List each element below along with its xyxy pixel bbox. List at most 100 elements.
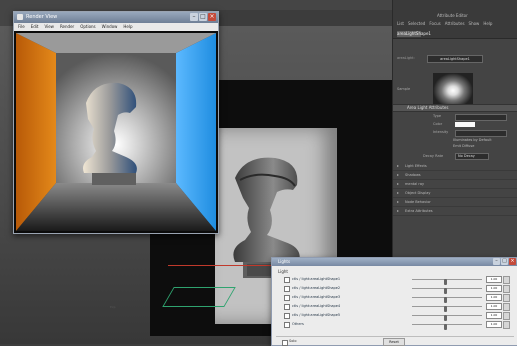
menu-view[interactable]: View <box>44 23 54 31</box>
section-mental-ray[interactable]: mental ray <box>393 180 517 189</box>
intensity-slider[interactable] <box>412 324 482 330</box>
attribute-editor-header: Attribute Editor List Selected Focus Att… <box>393 0 517 39</box>
close-icon[interactable]: × <box>208 13 216 21</box>
collapsed-sections: Light Effects Shadows mental ray Object … <box>393 162 517 216</box>
light-row: Others 1.00 <box>278 321 514 330</box>
row-options-button[interactable] <box>503 321 510 329</box>
intensity-field[interactable] <box>455 130 507 137</box>
intensity-value-field[interactable]: 1.00 <box>486 294 502 301</box>
light-name: ctls / light:areaLightShape2 <box>292 286 341 290</box>
light-row: ctls / light:areaLightShape5 1.00 <box>278 312 514 321</box>
light-name: ctls / light:areaLightShape1 <box>292 277 341 281</box>
type-dropdown[interactable] <box>455 114 507 121</box>
light-dialog-title: Lights <box>278 259 291 264</box>
color-swatch[interactable] <box>455 122 475 127</box>
light-enable-checkbox[interactable] <box>284 286 290 292</box>
illuminates-by-default-checkbox[interactable]: Illuminates by Default <box>453 138 492 142</box>
dialog-divider <box>276 336 514 337</box>
emit-diffuse-checkbox[interactable]: Emit Diffuse <box>453 144 492 148</box>
dialog-window-controls: – □ × <box>493 258 516 265</box>
light-enable-checkbox[interactable] <box>284 313 290 319</box>
ae-menu-list[interactable]: List <box>397 21 404 26</box>
intensity-value-field[interactable]: 1.00 <box>486 312 502 319</box>
intensity-slider[interactable] <box>412 288 482 294</box>
section-label-area-light: Area Light Attributes <box>407 105 449 110</box>
light-checkboxes: Illuminates by Default Emit Diffuse <box>453 138 492 150</box>
row-options-button[interactable] <box>503 303 510 311</box>
tab-area-light-shape[interactable]: areaLightShape1 <box>397 31 431 37</box>
intensity-value-field[interactable]: 1.00 <box>486 321 502 328</box>
ae-menu-selected[interactable]: Selected <box>408 21 425 26</box>
solo-checkbox[interactable] <box>282 340 288 346</box>
menu-options[interactable]: Options <box>80 23 95 31</box>
node-name-field[interactable]: areaLightShape1 <box>427 55 483 63</box>
intensity-slider[interactable] <box>412 306 482 312</box>
menu-help[interactable]: Help <box>123 23 132 31</box>
slider-thumb[interactable] <box>443 324 447 330</box>
attribute-editor-menubar: List Selected Focus Attributes Show Help <box>397 21 492 26</box>
reset-button[interactable]: Reset <box>383 338 405 346</box>
light-enable-checkbox[interactable] <box>284 304 290 310</box>
light-name: ctls / light:areaLightShape5 <box>292 313 341 317</box>
decay-rate-dropdown[interactable]: No Decay <box>455 153 489 160</box>
ae-menu-show[interactable]: Show <box>469 21 480 26</box>
light-row: ctls / light:areaLightShape3 1.00 <box>278 294 514 303</box>
viewport-menubar[interactable] <box>213 10 392 27</box>
light-dialog-titlebar[interactable]: Lights – □ × <box>272 258 517 266</box>
area-light-gizmo[interactable] <box>162 287 236 307</box>
minimize-icon[interactable]: – <box>493 258 500 265</box>
section-extra-attributes[interactable]: Extra Attributes <box>393 207 517 216</box>
decay-rate-label: Decay Rate <box>423 154 444 158</box>
section-node-behavior[interactable]: Node Behavior <box>393 198 517 207</box>
maximize-icon[interactable]: □ <box>199 13 207 21</box>
light-name: ctls / light:areaLightShape4 <box>292 304 341 308</box>
intensity-value-field[interactable]: 1.00 <box>486 276 502 283</box>
section-light-effects[interactable]: Light Effects <box>393 162 517 171</box>
row-options-button[interactable] <box>503 294 510 302</box>
maximize-icon[interactable]: □ <box>501 258 508 265</box>
window-controls: – □ × <box>190 13 216 21</box>
light-name: Others <box>292 322 304 326</box>
light-row: ctls / light:areaLightShape2 1.00 <box>278 285 514 294</box>
light-row: ctls / light:areaLightShape4 1.00 <box>278 303 514 312</box>
ae-menu-attributes[interactable]: Attributes <box>445 21 465 26</box>
intensity-slider[interactable] <box>412 297 482 303</box>
render-window-titlebar[interactable]: Render View – □ × <box>14 12 218 23</box>
app-icon <box>17 14 23 20</box>
render-window-title: Render View <box>26 14 58 20</box>
ae-menu-help[interactable]: Help <box>483 21 492 26</box>
solo-label: Solo <box>289 339 297 343</box>
intensity-slider[interactable] <box>412 279 482 285</box>
render-view-window[interactable]: Render View – □ × File Edit View Render … <box>13 11 219 234</box>
attribute-editor-title: Attribute Editor <box>437 13 468 18</box>
minimize-icon[interactable]: – <box>190 13 198 21</box>
close-icon[interactable]: × <box>509 258 516 265</box>
type-label: Type <box>433 114 442 118</box>
menu-edit[interactable]: Edit <box>31 23 39 31</box>
row-options-button[interactable] <box>503 285 510 293</box>
menu-window[interactable]: Window <box>102 23 118 31</box>
sample-label: Sample <box>397 87 411 91</box>
menu-render[interactable]: Render <box>60 23 74 31</box>
light-editor-dialog[interactable]: Lights – □ × Light Solo Reset ctls / lig… <box>271 257 517 346</box>
light-sample-swatch <box>433 73 473 105</box>
menu-file[interactable]: File <box>18 23 25 31</box>
light-section-label: Light <box>278 269 288 274</box>
intensity-value-field[interactable]: 1.00 <box>486 285 502 292</box>
render-window-menubar: File Edit View Render Options Window Hel… <box>14 23 218 31</box>
intensity-value-field[interactable]: 1.00 <box>486 303 502 310</box>
section-object-display[interactable]: Object Display <box>393 189 517 198</box>
light-row: ctls / light:areaLightShape1 1.00 <box>278 276 514 285</box>
section-shadows[interactable]: Shadows <box>393 171 517 180</box>
light-enable-checkbox[interactable] <box>284 322 290 328</box>
row-options-button[interactable] <box>503 276 510 284</box>
exposure-label: Exp <box>110 305 116 309</box>
row-options-button[interactable] <box>503 312 510 320</box>
intensity-label: Intensity <box>433 130 449 134</box>
ae-menu-focus[interactable]: Focus <box>429 21 440 26</box>
light-enable-checkbox[interactable] <box>284 277 290 283</box>
intensity-slider[interactable] <box>412 315 482 321</box>
light-enable-checkbox[interactable] <box>284 295 290 301</box>
rendered-image <box>16 33 216 231</box>
light-name: ctls / light:areaLightShape3 <box>292 295 341 299</box>
